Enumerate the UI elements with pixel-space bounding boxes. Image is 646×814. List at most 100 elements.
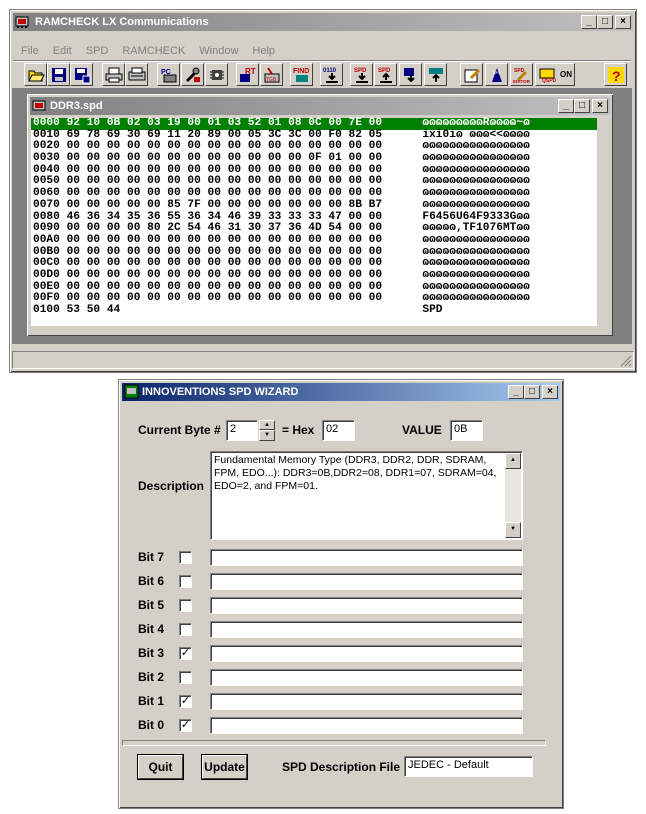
description-text[interactable]: Fundamental Memory Type (DDR3, DDR2, DDR… xyxy=(210,451,523,540)
save-as-icon xyxy=(75,68,91,84)
scroll-up-button[interactable]: ▲ xyxy=(505,453,521,469)
spd-up-label: SPD xyxy=(378,68,391,74)
help-icon: ? xyxy=(608,67,624,84)
hex-ascii: SPD xyxy=(422,304,443,316)
printer-setup-button[interactable] xyxy=(125,63,148,86)
hex-row[interactable]: 0100 53 50 44 SPD xyxy=(31,304,597,317)
rt-button[interactable]: RT xyxy=(236,63,259,86)
main-titlebar[interactable]: RAMCHECK LX Communications _ □ × xyxy=(13,13,633,31)
spd-upload-button[interactable]: SPD xyxy=(374,63,397,86)
save-button[interactable] xyxy=(47,63,70,86)
bit-description-field[interactable] xyxy=(210,549,523,566)
current-byte-input[interactable]: 2 xyxy=(226,420,258,441)
hex-address: 0070 xyxy=(33,198,60,211)
spd-wizard-button[interactable]: SPD xyxy=(485,63,508,86)
bit-checkbox[interactable] xyxy=(179,623,192,636)
spd-edit-button[interactable] xyxy=(460,63,483,86)
tool2-button[interactable]: TGB xyxy=(260,63,283,86)
wizard-caption-buttons: _ □ × xyxy=(508,385,558,399)
hex-address: 0010 xyxy=(33,128,60,141)
spinner-up-button[interactable]: ▲ xyxy=(259,420,275,430)
spd-download-icon: SPD xyxy=(354,68,368,83)
bit-checkbox[interactable]: ✓ xyxy=(179,647,192,660)
wizard-minimize-button[interactable]: _ xyxy=(508,385,524,399)
bit-description-field[interactable] xyxy=(210,597,523,614)
spd-document-window: DDR3.spd _ □ × 0000 92 10 0B 02 03 19 00 … xyxy=(26,93,614,337)
hex-ascii: ɷɷɷɷɷɷɷɷɷɷɷɷɷɷɷɷ xyxy=(422,152,530,165)
tool2-icon: TGB xyxy=(264,67,280,83)
current-byte-spinner[interactable]: ▲ ▼ xyxy=(259,420,275,441)
wizard-close-button[interactable]: × xyxy=(542,385,558,399)
spd-file-input[interactable]: JEDEC - Default xyxy=(404,756,533,777)
bit-checkbox[interactable] xyxy=(179,551,192,564)
spd-download-button[interactable]: SPD xyxy=(350,63,373,86)
bit-description-field[interactable] xyxy=(210,645,523,662)
hex-view[interactable]: 0000 92 10 0B 02 03 19 00 01 03 52 01 08 … xyxy=(31,117,597,326)
help-button[interactable]: ? xyxy=(604,63,627,86)
menu-window[interactable]: Window xyxy=(192,42,245,60)
bit-checkbox[interactable]: ✓ xyxy=(179,719,192,732)
quit-button[interactable]: Quit xyxy=(138,755,183,779)
open-button[interactable] xyxy=(24,63,47,86)
bit-checkbox[interactable]: ✓ xyxy=(179,695,192,708)
hex-ascii: ɷɷɷɷɷɷɷɷɷɷɷɷɷɷɷɷ xyxy=(422,175,530,188)
hex-ascii: ɷɷɷɷɷɷɷɷɷɷɷɷɷɷɷɷ xyxy=(422,257,530,270)
minimize-button[interactable]: _ xyxy=(581,15,597,29)
wizard-titlebar[interactable]: INNOVENTIONS SPD WIZARD _ □ × xyxy=(122,383,560,401)
chip-button[interactable] xyxy=(205,63,228,86)
spd-maximize-button[interactable]: □ xyxy=(574,99,590,113)
rt-label: RT xyxy=(245,67,256,76)
hex-address: 0040 xyxy=(33,163,60,176)
bit-description-field[interactable] xyxy=(210,693,523,710)
transfer2-button[interactable] xyxy=(424,63,447,86)
value-input[interactable]: 0B xyxy=(450,420,483,441)
bit-description-field[interactable] xyxy=(210,621,523,638)
menu-edit[interactable]: Edit xyxy=(46,42,79,60)
hex-address: 0030 xyxy=(33,152,60,165)
check-mark-icon: ✓ xyxy=(180,695,191,707)
tool-button[interactable] xyxy=(181,63,204,86)
save-icon xyxy=(52,68,66,82)
value-label: VALUE xyxy=(402,423,442,437)
hex-address: 00F0 xyxy=(33,292,60,305)
find-button[interactable]: FIND xyxy=(290,63,313,86)
menu-spd[interactable]: SPD xyxy=(79,42,116,60)
menu-ramcheck[interactable]: RAMCHECK xyxy=(115,42,192,60)
bit-checkbox[interactable] xyxy=(179,671,192,684)
print-button[interactable] xyxy=(102,63,125,86)
scroll-down-button[interactable]: ▼ xyxy=(505,522,521,538)
pc-icon: PC xyxy=(161,69,177,83)
spd-window-titlebar[interactable]: DDR3.spd _ □ × xyxy=(30,97,610,115)
check-mark-icon: ✓ xyxy=(180,647,191,659)
menu-help[interactable]: Help xyxy=(245,42,282,60)
update-button[interactable]: Update xyxy=(202,755,247,779)
pc-button[interactable]: PC xyxy=(157,63,180,86)
spd-editor-button[interactable]: SPD EDITOR xyxy=(510,63,533,86)
bit-label: Bit 0 xyxy=(138,718,165,732)
spd-file-label: SPD Description File xyxy=(282,760,401,774)
spd-edit-icon xyxy=(464,68,481,83)
bit-description-field[interactable] xyxy=(210,573,523,590)
bit-description-field[interactable] xyxy=(210,669,523,686)
bit-description-field[interactable] xyxy=(210,717,523,734)
hex-ascii: ɷɷɷɷɷɷɷɷɷɷɷɷɷɷɷɷ xyxy=(422,245,530,258)
bits-download-button[interactable]: 0110 xyxy=(320,63,343,86)
bit-checkbox[interactable] xyxy=(179,599,192,612)
wizard-title: INNOVENTIONS SPD WIZARD xyxy=(142,386,299,398)
resize-grip-icon[interactable] xyxy=(620,355,632,367)
spd-close-button[interactable]: × xyxy=(592,99,608,113)
bit-checkbox[interactable] xyxy=(179,575,192,588)
spd-minimize-button[interactable]: _ xyxy=(558,99,574,113)
menu-file[interactable]: File xyxy=(14,42,46,60)
close-button[interactable]: × xyxy=(615,15,631,29)
maximize-button[interactable]: □ xyxy=(597,15,613,29)
save-as-button[interactable] xyxy=(70,63,93,86)
wizard-maximize-button[interactable]: □ xyxy=(524,385,540,399)
hex-address: 0020 xyxy=(33,140,60,153)
hex-input[interactable]: 02 xyxy=(322,420,355,441)
description-scrollbar[interactable]: ▲ ▼ xyxy=(505,453,521,538)
spinner-down-button[interactable]: ▼ xyxy=(259,430,275,441)
spd-on-button[interactable]: QSPD ON xyxy=(535,63,575,86)
hex-address: 00A0 xyxy=(33,233,60,246)
transfer1-button[interactable] xyxy=(399,63,422,86)
